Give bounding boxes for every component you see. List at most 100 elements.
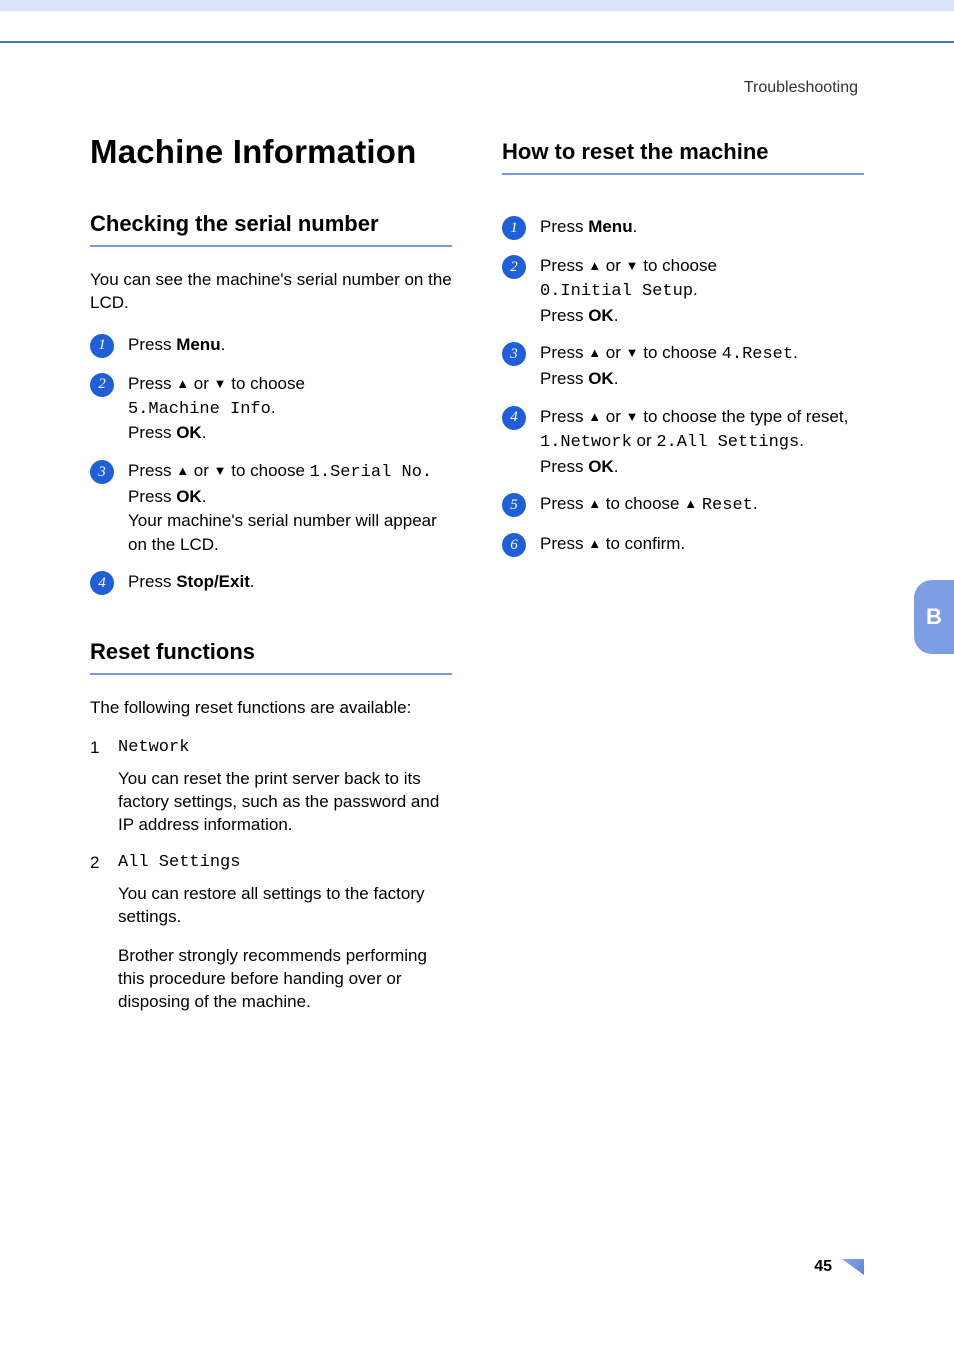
text: Press: [540, 306, 588, 325]
text: to choose: [227, 461, 310, 480]
up-arrow-icon: ▲: [588, 409, 601, 424]
step-text: Press Menu.: [128, 333, 452, 357]
step-item: 4 Press ▲ or ▼ to choose the type of res…: [502, 405, 864, 478]
list-label: All Settings: [118, 853, 452, 873]
up-arrow-icon: ▲: [176, 463, 189, 478]
text: Press: [128, 335, 176, 354]
up-arrow-icon: ▲: [176, 376, 189, 391]
step-number-badge: 1: [90, 334, 114, 358]
step-text: Press ▲ to confirm.: [540, 532, 864, 556]
section-heading-reset-functions: Reset functions: [90, 639, 452, 675]
text: .: [693, 280, 698, 299]
ok-keyword: OK: [588, 306, 614, 325]
text: or: [632, 431, 657, 450]
menu-keyword: Menu: [176, 335, 220, 354]
page-footer: 45: [814, 1258, 864, 1276]
up-arrow-icon: ▲: [588, 258, 601, 273]
list-item: 2 All Settings: [90, 853, 452, 873]
step-item: 1 Press Menu.: [90, 333, 452, 358]
text: Press: [540, 369, 588, 388]
left-column: Machine Information Checking the serial …: [90, 133, 452, 1030]
breadcrumb: Troubleshooting: [90, 79, 864, 97]
down-arrow-icon: ▼: [214, 376, 227, 391]
ok-keyword: OK: [176, 423, 202, 442]
text: or: [189, 374, 214, 393]
step-item: 4 Press Stop/Exit.: [90, 570, 452, 595]
up-arrow-icon: ▲: [588, 536, 601, 551]
text: .: [799, 431, 804, 450]
menu-path: 1.Serial No.: [310, 463, 432, 482]
text: .: [202, 487, 207, 506]
text: to choose: [227, 374, 305, 393]
header-divider: [0, 41, 954, 43]
menu-path: Reset: [702, 496, 753, 515]
text: Your machine's serial number will appear…: [128, 509, 452, 557]
header-band: [0, 0, 954, 11]
step-text: Press Menu.: [540, 215, 864, 239]
text: Press: [128, 572, 176, 591]
list-description: Brother strongly recommends performing t…: [118, 945, 452, 1014]
step-text: Press ▲ or ▼ to choose 0.Initial Setup. …: [540, 254, 864, 327]
menu-path: 0.Initial Setup: [540, 282, 693, 301]
step-item: 6 Press ▲ to confirm.: [502, 532, 864, 557]
section-heading-how-to-reset: How to reset the machine: [502, 139, 864, 175]
step-text: Press ▲ or ▼ to choose 1.Serial No. Pres…: [128, 459, 452, 556]
step-item: 2 Press ▲ or ▼ to choose 5.Machine Info.…: [90, 372, 452, 445]
section-intro: The following reset functions are availa…: [90, 697, 452, 720]
text: .: [250, 572, 255, 591]
step-text: Press ▲ or ▼ to choose 5.Machine Info. P…: [128, 372, 452, 445]
text: to choose: [601, 494, 684, 513]
down-arrow-icon: ▼: [626, 409, 639, 424]
step-text: Press ▲ or ▼ to choose 4.Reset. Press OK…: [540, 341, 864, 391]
ok-keyword: OK: [176, 487, 202, 506]
list-label: Network: [118, 738, 452, 758]
text: .: [614, 369, 619, 388]
step-number-badge: 6: [502, 533, 526, 557]
menu-path: 1.Network: [540, 433, 632, 452]
section-heading-serial: Checking the serial number: [90, 211, 452, 247]
page-title: Machine Information: [90, 133, 452, 171]
steps-reset: 1 Press Menu. 2 Press ▲ or ▼ to choose 0…: [502, 215, 864, 557]
down-arrow-icon: ▼: [626, 345, 639, 360]
text: Press: [128, 487, 176, 506]
step-number-badge: 1: [502, 216, 526, 240]
steps-serial: 1 Press Menu. 2 Press ▲ or ▼ to choose 5…: [90, 333, 452, 596]
text: .: [221, 335, 226, 354]
page-number: 45: [814, 1258, 832, 1276]
text: Press: [540, 217, 588, 236]
list-description: You can reset the print server back to i…: [118, 768, 452, 837]
text: to choose: [639, 343, 722, 362]
step-number-badge: 3: [90, 460, 114, 484]
footer-corner-icon: [842, 1259, 864, 1275]
up-arrow-icon: ▲: [684, 496, 697, 511]
text: to confirm.: [601, 534, 685, 553]
step-text: Press ▲ or ▼ to choose the type of reset…: [540, 405, 864, 478]
text: Press: [540, 407, 588, 426]
step-text: Press ▲ to choose ▲ Reset.: [540, 492, 864, 518]
ok-keyword: OK: [588, 457, 614, 476]
text: or: [601, 256, 626, 275]
menu-path: 5.Machine Info: [128, 400, 271, 419]
page-content: Troubleshooting Machine Information Chec…: [0, 79, 954, 1030]
menu-path: 4.Reset: [722, 345, 793, 364]
step-text: Press Stop/Exit.: [128, 570, 452, 594]
text: Press: [128, 423, 176, 442]
list-description: You can restore all settings to the fact…: [118, 883, 452, 929]
step-item: 2 Press ▲ or ▼ to choose 0.Initial Setup…: [502, 254, 864, 327]
up-arrow-icon: ▲: [588, 496, 601, 511]
text: Press: [128, 461, 176, 480]
text: or: [601, 407, 626, 426]
text: .: [614, 457, 619, 476]
list-item: 1 Network: [90, 738, 452, 758]
right-column: How to reset the machine 1 Press Menu. 2…: [502, 133, 864, 1030]
list-number: 2: [90, 853, 106, 873]
step-item: 3 Press ▲ or ▼ to choose 4.Reset. Press …: [502, 341, 864, 391]
text: Press: [540, 343, 588, 362]
down-arrow-icon: ▼: [214, 463, 227, 478]
text: .: [614, 306, 619, 325]
list-number: 1: [90, 738, 106, 758]
step-item: 3 Press ▲ or ▼ to choose 1.Serial No. Pr…: [90, 459, 452, 556]
step-number-badge: 4: [90, 571, 114, 595]
up-arrow-icon: ▲: [588, 345, 601, 360]
text: .: [753, 494, 758, 513]
